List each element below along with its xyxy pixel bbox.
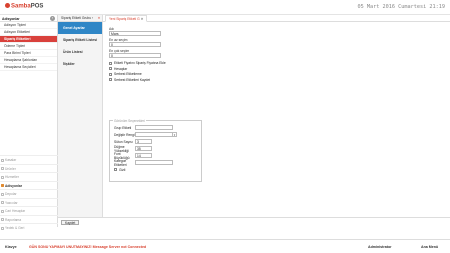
sidebar-item-siparis-etiketleri[interactable]: Sipariş Etiketleri (0, 36, 57, 43)
min-selection-field[interactable]: 0 (109, 42, 161, 47)
checkbox-icon[interactable] (109, 61, 112, 65)
column-count-field[interactable]: 3 (135, 139, 152, 144)
display-options-group: Görünüm Seçenekleri Grup Etiketi Değişti… (109, 119, 202, 182)
backup-icon (1, 226, 4, 230)
back-arrow-icon[interactable]: ‹ (50, 16, 55, 21)
subnav-item-genel-ayarlar[interactable]: Genel Ayarlar (58, 22, 102, 34)
subnav-item-etiket-listesi[interactable]: Sipariş Etiketi Listesi (58, 34, 102, 46)
sidebar-item-adisyon-tipleri[interactable]: Adisyon Tipleri (0, 22, 57, 29)
status-bar: Klavye GÜN SONU YAPMAYI UNUTMAYINIZ! Mes… (0, 239, 450, 253)
checkbox-icon[interactable] (109, 78, 112, 81)
menu-item-raporlama[interactable]: Raporlama (0, 214, 58, 224)
group-title: Görünüm Seçenekleri (113, 119, 146, 123)
name-field[interactable]: Mars (109, 31, 161, 36)
menu-item-yazicilar[interactable]: Yazıcılar (0, 197, 58, 207)
save-button[interactable]: Kaydet (61, 220, 80, 225)
subnav: Sipariş Etiketi Grubu › × Genel Ayarlar … (58, 15, 103, 227)
menu-item-kasalar[interactable]: Kasalar (0, 155, 58, 164)
menu-item-adisyonlar[interactable]: Adisyonlar (0, 180, 58, 190)
group-tag-field[interactable] (135, 125, 173, 130)
menu-item-hizmetler[interactable]: Hizmetler (0, 172, 58, 181)
button-color-row: Değiştir Rengi ▾ (114, 132, 177, 137)
category-tags-field[interactable] (135, 160, 173, 165)
button-height-field[interactable]: 35 (135, 146, 152, 151)
menu-item-cari-hesaplar[interactable]: Cari Hesaplar (0, 206, 58, 215)
sidebar-item-odeme-tipleri[interactable]: Ödeme Tipleri (0, 43, 57, 50)
main-menu-button[interactable]: Ana Menü (421, 245, 438, 249)
module-menu: Kasalar Ürünler Hizmetler Adisyonlar Dep… (0, 155, 58, 232)
services-icon (1, 175, 4, 179)
register-icon (1, 158, 4, 162)
app-logo: SambaPOS (5, 3, 43, 10)
accounts-icon (1, 209, 4, 213)
font-size-field[interactable]: 14 (135, 153, 152, 158)
logo-icon (5, 3, 10, 8)
tab-strip: Yeni Sipariş Etiketi G✕ (103, 15, 450, 22)
reports-icon (1, 218, 4, 221)
checkbox-save-free-tags[interactable]: Serbest Etiketleri Kaydet (109, 77, 166, 82)
font-size-row: Font Büyüklüğü 14 (114, 152, 152, 160)
menu-item-depolar[interactable]: Depolar (0, 189, 58, 198)
user-name[interactable]: Administrator (368, 245, 392, 249)
printer-icon (1, 201, 4, 204)
top-bar: SambaPOS 05 Mart 2016 Cumartesi 21:19 (0, 0, 450, 15)
checkbox-add-price[interactable]: Etiketi Fiyatını Sipariş Fiyatına Ekle (109, 61, 166, 66)
sidebar-header: Adisyonlar ‹ (0, 15, 57, 22)
menu-item-urunler[interactable]: Ürünler (0, 163, 58, 173)
keyboard-button[interactable]: Klavye (5, 245, 17, 249)
button-height-row: Düğme Yüksekliği 35 (114, 145, 152, 153)
checkbox-free-tagging[interactable]: Serbest Etiketleme (109, 72, 166, 77)
tab-siparis-etiketi-grubu[interactable]: Sipariş Etiketi Grubu › × (58, 15, 102, 22)
warehouse-icon (1, 192, 4, 196)
action-bar: Kaydet (58, 217, 450, 227)
products-icon (1, 167, 4, 170)
status-message: GÜN SONU YAPMAYI UNUTMAYINIZ! Message Se… (29, 244, 147, 249)
checkbox-hesaplar[interactable]: Hesaplar (109, 66, 166, 71)
settings-form: Adı Mars En az seçim 0 En çok seçim 0 Et… (109, 25, 166, 82)
tab-yeni-siparis-etiketi[interactable]: Yeni Sipariş Etiketi G✕ (105, 15, 148, 22)
column-count-row: Sütun Sayısı 3 (114, 139, 152, 144)
close-icon[interactable]: × (97, 16, 101, 20)
subnav-item-urun-listesi[interactable]: Ürün Listesi (58, 46, 102, 58)
close-icon[interactable]: ✕ (141, 17, 144, 21)
checkbox-icon[interactable] (114, 168, 117, 171)
button-color-field[interactable] (135, 132, 173, 137)
category-tags-row: Kategori Etiketleri (114, 159, 173, 167)
checkbox-icon[interactable] (109, 67, 112, 70)
tickets-icon (1, 184, 4, 187)
clock: 05 Mart 2016 Cumartesi 21:19 (357, 4, 445, 10)
sidebar-item-hesaplama-secicileri[interactable]: Hesaplama Seçicileri (0, 64, 57, 71)
checkbox-icon[interactable] (109, 72, 112, 76)
sidebar-item-adisyon-etiketleri[interactable]: Adisyon Etiketleri (0, 29, 57, 36)
group-tag-row: Grup Etiketi (114, 125, 173, 130)
chevron-down-icon[interactable]: ▾ (173, 132, 177, 137)
sidebar-item-hesaplama-sablonlari[interactable]: Hesaplama Şablonları (0, 57, 57, 64)
subnav-item-iliskiler[interactable]: İlişkiler (58, 58, 102, 70)
sidebar-item-para-birimi[interactable]: Para Birimi Tipleri (0, 50, 57, 57)
hidden-row: Gizli (114, 167, 140, 172)
menu-item-yedek[interactable]: Yedek & Geri (0, 223, 58, 232)
content-panel: Yeni Sipariş Etiketi G✕ Adı Mars En az s… (103, 15, 450, 227)
